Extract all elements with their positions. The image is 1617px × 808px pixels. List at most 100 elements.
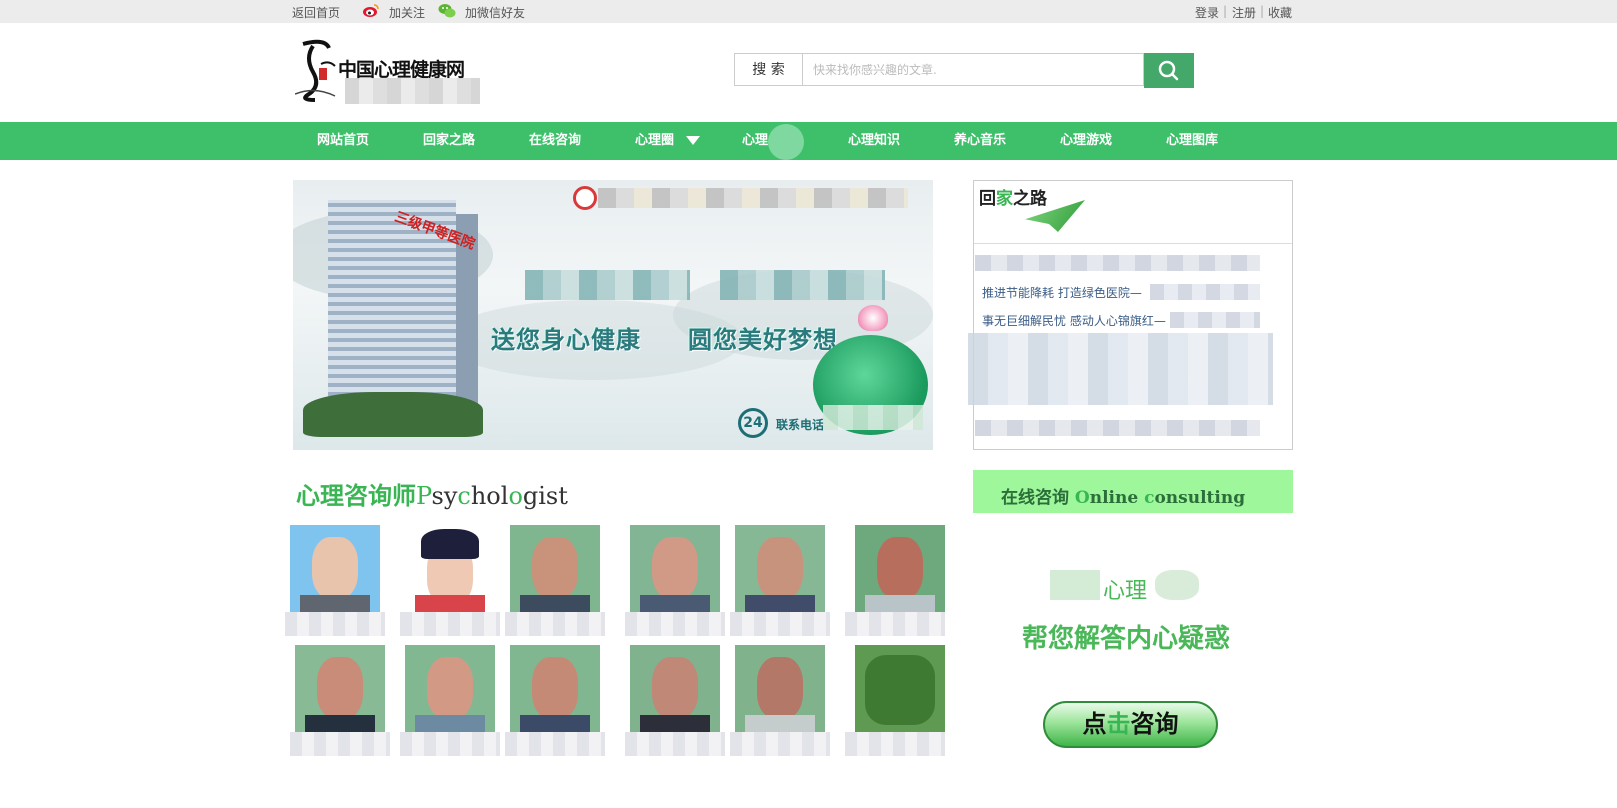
psychologist-name-blurred [845,732,945,756]
title-part: 之路 [1013,189,1047,209]
title-en-part: P [416,482,432,510]
phone-number-blurred [823,405,923,430]
click-consult-button[interactable]: 点击咨询 [1043,701,1218,748]
news-blurred [968,333,1273,405]
trees [303,392,483,437]
tagline-blurred [525,270,690,300]
divider [974,243,1292,244]
nav-psych[interactable]: 心理 [742,122,768,160]
consult-en-part: O [1074,488,1090,508]
chevron-down-icon[interactable] [686,136,700,145]
psychologist-photo[interactable] [735,645,825,735]
nav-blurred-patch [768,124,804,160]
main-nav [0,122,1617,160]
portrait-face [532,537,578,599]
hospital-logo-icon [573,186,597,210]
psychologist-name-blurred [730,732,830,756]
nav-music[interactable]: 养心音乐 [954,122,1006,160]
consult-en-part: nline [1089,488,1145,508]
nav-psych-circle[interactable]: 心理圈 [635,122,674,160]
psychologist-photo[interactable] [630,645,720,735]
psychologist-name-blurred [290,732,390,756]
weibo-icon[interactable] [362,3,380,18]
psychologist-photo[interactable] [855,525,945,615]
psychologist-photo[interactable] [630,525,720,615]
button-part: 咨询 [1130,709,1179,738]
nav-gallery[interactable]: 心理图库 [1166,122,1218,160]
favorite-link[interactable]: 收藏 [1268,4,1292,21]
psychologist-photo[interactable] [510,645,600,735]
top-bar: 返回首页 加关注 加微信好友 登录 | 注册 | 收藏 [0,0,1617,23]
portrait-face [757,657,803,719]
slogan-right: 圆您美好梦想 [688,325,838,354]
psychologist-name-blurred [400,612,500,636]
title-en-part: c [457,482,471,510]
title-part: 回 [979,189,996,209]
home-link[interactable]: 返回首页 [292,4,340,21]
portrait-face [317,657,363,719]
news-blurred [975,255,1260,271]
psychologist-photo[interactable] [405,645,495,735]
psychologists-title: 心理咨询师Psychologist [296,476,568,511]
news-blurred [975,420,1260,436]
promo-line-2: 帮您解答内心疑惑 [1022,624,1231,654]
consult-cn: 在线咨询 [1001,488,1069,508]
slogan-left: 送您身心健康 [491,325,641,354]
wechat-icon[interactable] [438,3,456,18]
nav-online-consult[interactable]: 在线咨询 [529,122,581,160]
divider: | [1260,4,1265,18]
nav-psych-knowledge[interactable]: 心理知识 [848,122,900,160]
follow-link[interactable]: 加关注 [389,4,425,21]
portrait-face [652,537,698,599]
portrait-face [877,537,923,599]
nav-way-home[interactable]: 回家之路 [423,122,475,160]
news-link-blurred [1150,284,1260,300]
title-en-part: hol [470,482,509,510]
news-link[interactable]: 推进节能降耗 打造绿色医院— [982,284,1142,301]
psychologist-photo[interactable] [290,525,380,615]
title-en-part: o [508,482,523,510]
psychologist-name-blurred [625,732,725,756]
psychologist-photo[interactable] [510,525,600,615]
phone-label: 联系电话 [776,418,825,432]
news-link-blurred [1170,312,1260,328]
wechat-link[interactable]: 加微信好友 [465,4,525,21]
consult-en-part: c [1144,488,1155,508]
psychologist-name-blurred [730,612,830,636]
portrait-face [532,657,578,719]
portrait-face [757,537,803,599]
psychologist-name-blurred [845,612,945,636]
nav-home[interactable]: 网站首页 [317,122,369,160]
register-link[interactable]: 注册 [1232,4,1256,21]
tagline-blurred [720,270,885,300]
hospital-name-blurred [598,188,908,208]
psychologists-title-cn: 心理咨询师 [296,481,416,510]
psychologist-name-blurred [285,612,385,636]
search-button[interactable] [1144,53,1194,88]
logo-subtitle-blurred [345,78,480,104]
consult-en-part: onsulting [1154,488,1246,508]
search-input[interactable] [803,53,1144,86]
button-part: 击 [1106,709,1131,738]
title-part: 家 [996,189,1013,209]
psychologist-name-blurred [625,612,725,636]
psychologist-photo[interactable] [295,645,385,735]
portrait-hair [421,529,479,559]
psychologist-photo[interactable] [405,525,495,615]
psychologist-photo[interactable] [855,645,945,735]
login-link[interactable]: 登录 [1195,4,1219,21]
psychologist-photo[interactable] [735,525,825,615]
divider: | [1223,4,1228,18]
psychologist-name-blurred [400,732,500,756]
way-home-title: 回家之路 [979,184,1047,209]
news-link[interactable]: 事无巨细解民忧 感动人心锦旗红— [982,312,1166,329]
psychologist-name-blurred [505,612,605,636]
button-part: 点 [1082,709,1107,738]
psychologist-name-blurred [505,732,605,756]
portrait-face [312,537,358,599]
portrait-face [427,657,473,719]
portrait-foliage [865,655,935,725]
promo-blurred [1155,570,1199,600]
hero-banner[interactable]: 三级甲等医院 送您身心健康 圆您美好梦想 24 联系电话 [293,180,933,450]
nav-games[interactable]: 心理游戏 [1060,122,1112,160]
